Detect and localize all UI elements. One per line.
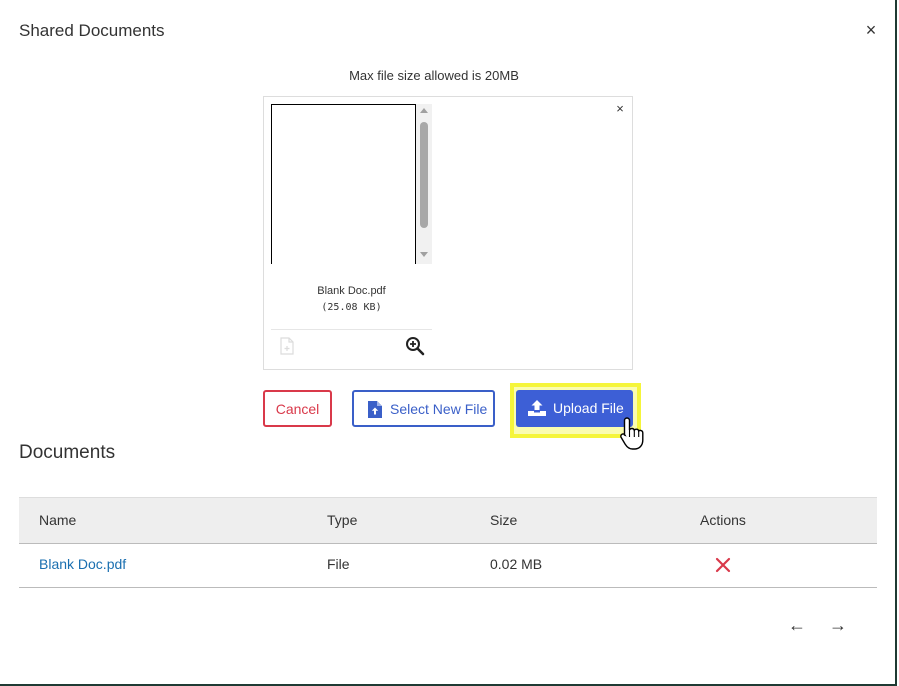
document-type: File (327, 556, 350, 572)
table-row: Blank Doc.pdf File 0.02 MB (19, 543, 877, 588)
pdf-page-preview (271, 104, 416, 264)
max-file-size-note: Max file size allowed is 20MB (349, 68, 519, 83)
table-header: Name Type Size Actions (19, 497, 877, 544)
cancel-button[interactable]: Cancel (263, 390, 332, 427)
scroll-thumb[interactable] (420, 122, 428, 228)
column-header-actions: Actions (700, 512, 746, 528)
remove-file-icon[interactable]: × (613, 102, 627, 116)
upload-dropzone[interactable]: × Blank Doc.pdf (25.08 KB) (263, 96, 633, 370)
shared-documents-modal: Shared Documents × Max file size allowed… (0, 0, 897, 686)
file-name: Blank Doc.pdf (317, 285, 386, 297)
column-header-name: Name (39, 512, 77, 528)
delete-x-icon[interactable] (715, 557, 731, 573)
scroll-up-arrow-icon[interactable] (420, 108, 428, 113)
zoom-in-icon[interactable] (405, 336, 425, 356)
close-icon[interactable]: × (862, 20, 880, 40)
file-size: (25.08 KB) (321, 302, 382, 313)
preview-scrollbar[interactable] (416, 104, 432, 264)
document-icon (280, 337, 294, 355)
hand-cursor-icon (620, 417, 644, 450)
file-upload-icon (368, 401, 382, 418)
file-footer (271, 329, 432, 360)
next-page-button[interactable]: → (829, 615, 847, 635)
column-header-type: Type (327, 512, 358, 528)
upload-file-label: Upload File (553, 400, 624, 416)
column-header-size: Size (490, 512, 518, 528)
upload-tray-icon (528, 400, 546, 416)
modal-title: Shared Documents (19, 21, 165, 40)
select-new-file-button[interactable]: Select New File (352, 390, 495, 427)
document-name-link[interactable]: Blank Doc.pdf (39, 556, 126, 572)
scroll-down-arrow-icon[interactable] (420, 252, 428, 257)
previous-page-button[interactable]: ← (788, 615, 806, 635)
select-new-file-label: Select New File (390, 401, 488, 417)
file-preview (271, 104, 432, 264)
documents-section-title: Documents (19, 442, 116, 463)
document-size: 0.02 MB (490, 556, 543, 572)
upload-file-button[interactable]: Upload File (516, 390, 633, 427)
